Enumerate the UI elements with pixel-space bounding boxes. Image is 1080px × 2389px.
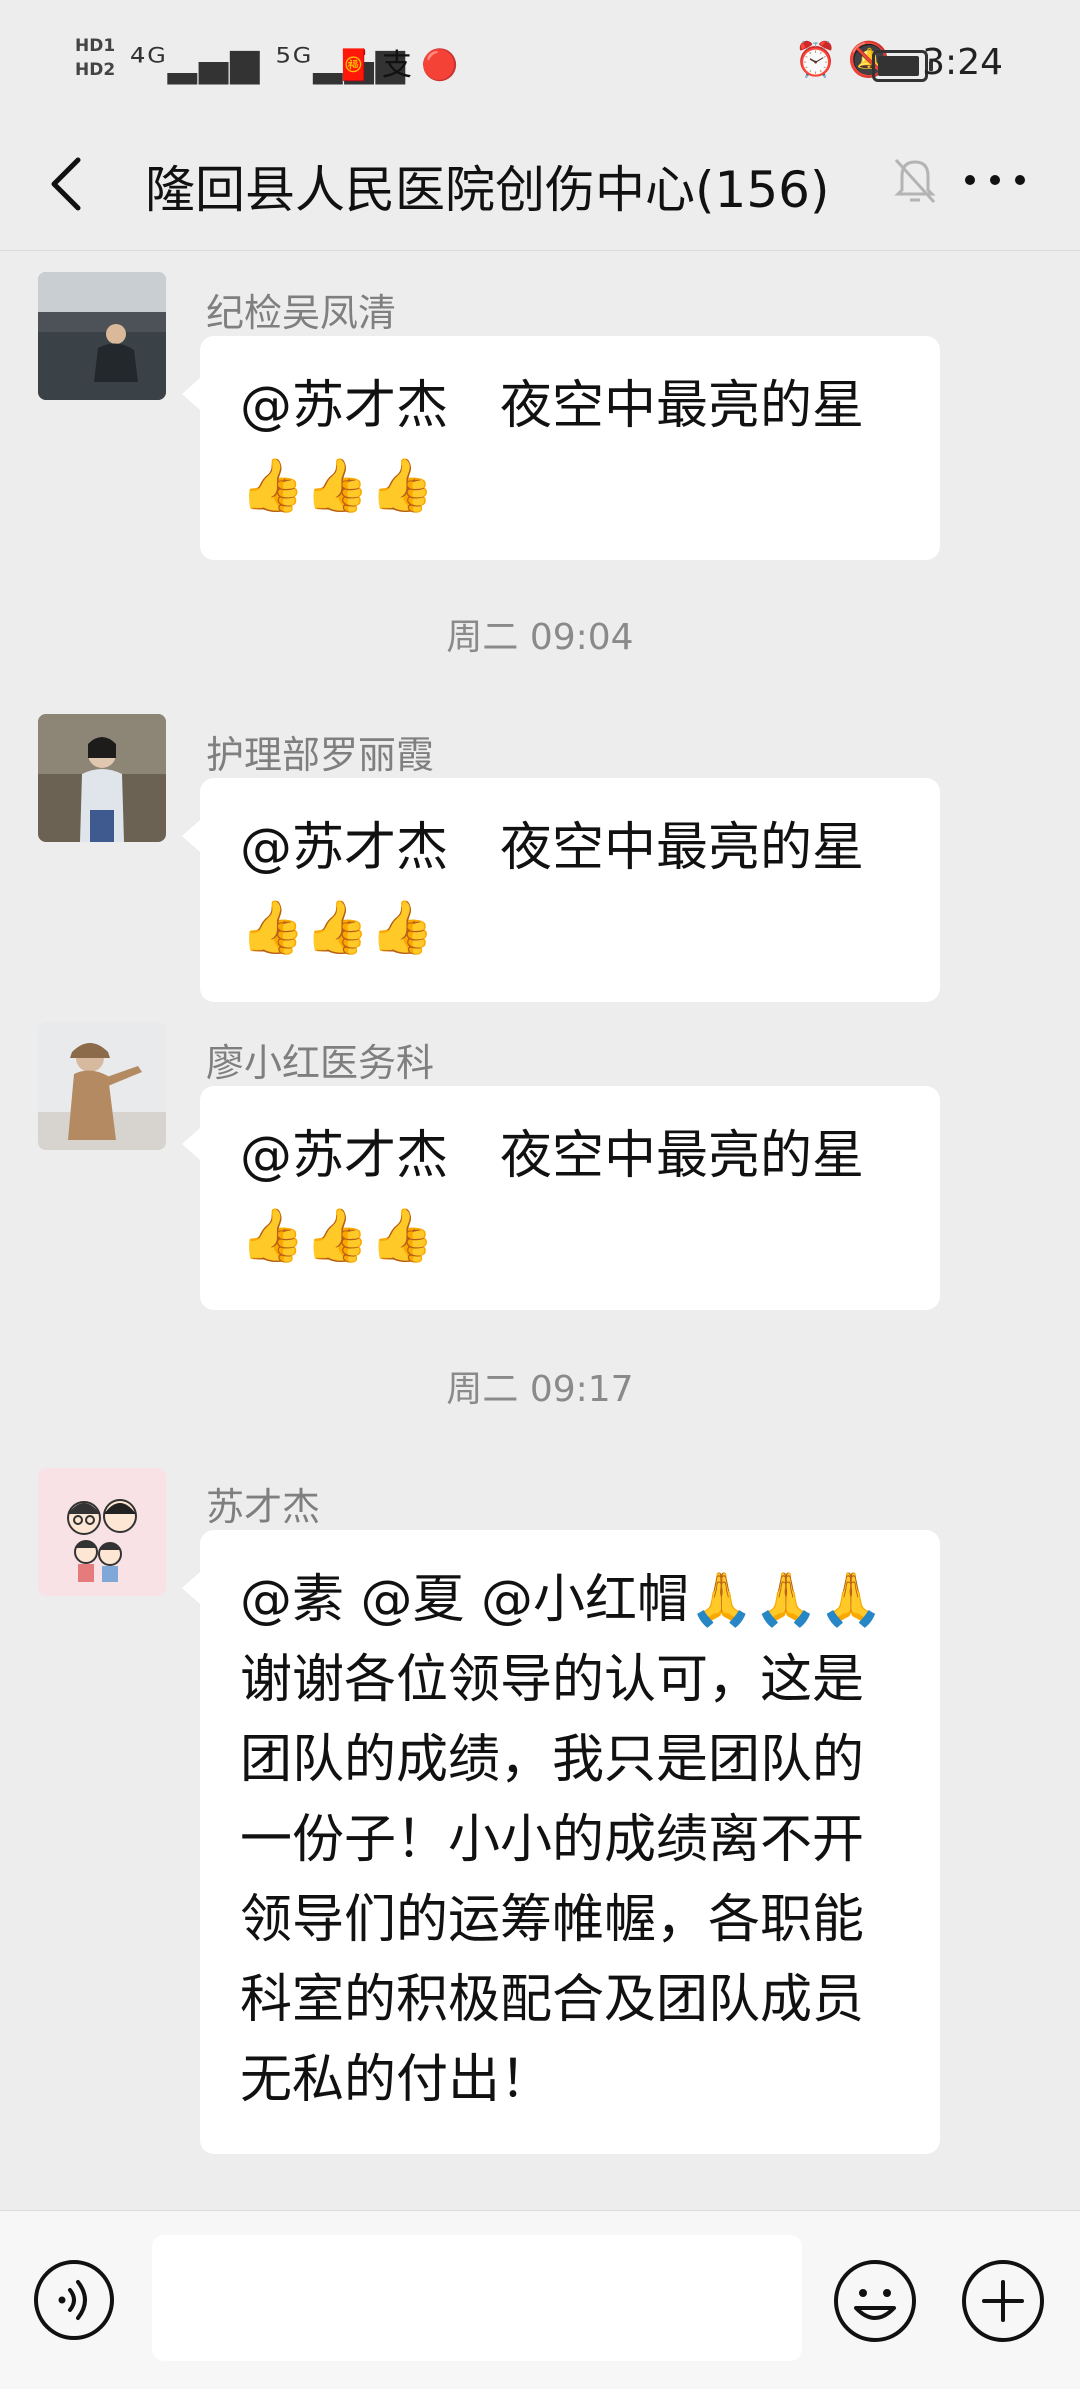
ellipsis-icon bbox=[965, 175, 1025, 185]
message-bubble[interactable]: @苏才杰 夜空中最亮的星👍👍👍 bbox=[182, 1086, 940, 1310]
notification-app-icons: 🧧 支 🔴 bbox=[335, 48, 459, 83]
timestamp: 周二 09:04 bbox=[446, 617, 634, 658]
avatar-photo-icon bbox=[38, 714, 166, 842]
message-bubble[interactable]: @素 @夏 @小红帽🙏🙏🙏 谢谢各位领导的认可，这是团队的成绩，我只是团队的一份… bbox=[182, 1530, 940, 2154]
more-actions-button[interactable] bbox=[960, 2258, 1046, 2344]
avatar[interactable] bbox=[38, 1022, 166, 1150]
plus-icon bbox=[962, 2260, 1044, 2342]
message-input[interactable] bbox=[152, 2235, 802, 2361]
sender-name: 廖小红医务科 bbox=[206, 1041, 435, 1085]
battery-icon bbox=[872, 50, 933, 82]
avatar[interactable] bbox=[38, 714, 166, 842]
avatar[interactable] bbox=[38, 1468, 166, 1596]
chat-header: 隆回县人民医院创伤中心(156) bbox=[0, 120, 1080, 251]
hd-indicator: HD1 HD2 bbox=[75, 36, 116, 80]
message-bubble[interactable]: @苏才杰 夜空中最亮的星👍👍👍 bbox=[182, 336, 940, 560]
bell-off-icon bbox=[894, 158, 936, 204]
chevron-left-icon bbox=[51, 157, 81, 211]
avatar-photo-icon bbox=[38, 1022, 166, 1150]
message-bubble[interactable]: @苏才杰 夜空中最亮的星👍👍👍 bbox=[182, 778, 940, 1002]
cartoon-family-avatar-icon bbox=[38, 1468, 166, 1596]
sender-name: 纪检吴凤清 bbox=[206, 291, 397, 335]
chat-input-bar bbox=[0, 2210, 1080, 2389]
emoji-icon bbox=[834, 2260, 916, 2342]
status-time: 3:24 bbox=[922, 42, 1003, 83]
more-options-button[interactable] bbox=[960, 160, 1030, 200]
avatar[interactable] bbox=[38, 272, 166, 400]
voice-input-button[interactable] bbox=[32, 2258, 116, 2342]
timestamp: 周二 09:17 bbox=[446, 1369, 634, 1410]
status-bar: HD1 HD2 ⁴ᴳ▂▄▆ ⁵ᴳ▂▄▆ ◠ 🧧 支 🔴 ⏰ 🔕 3:24 bbox=[0, 0, 1080, 120]
sender-name: 苏才杰 bbox=[206, 1485, 321, 1529]
back-button[interactable] bbox=[40, 148, 100, 218]
mute-indicator bbox=[890, 150, 940, 210]
avatar-photo-icon bbox=[38, 272, 166, 400]
voice-icon bbox=[34, 2260, 114, 2340]
chat-title: 隆回县人民医院创伤中心(156) bbox=[145, 161, 830, 219]
emoji-button[interactable] bbox=[832, 2258, 918, 2344]
sender-name: 护理部罗丽霞 bbox=[206, 733, 435, 777]
